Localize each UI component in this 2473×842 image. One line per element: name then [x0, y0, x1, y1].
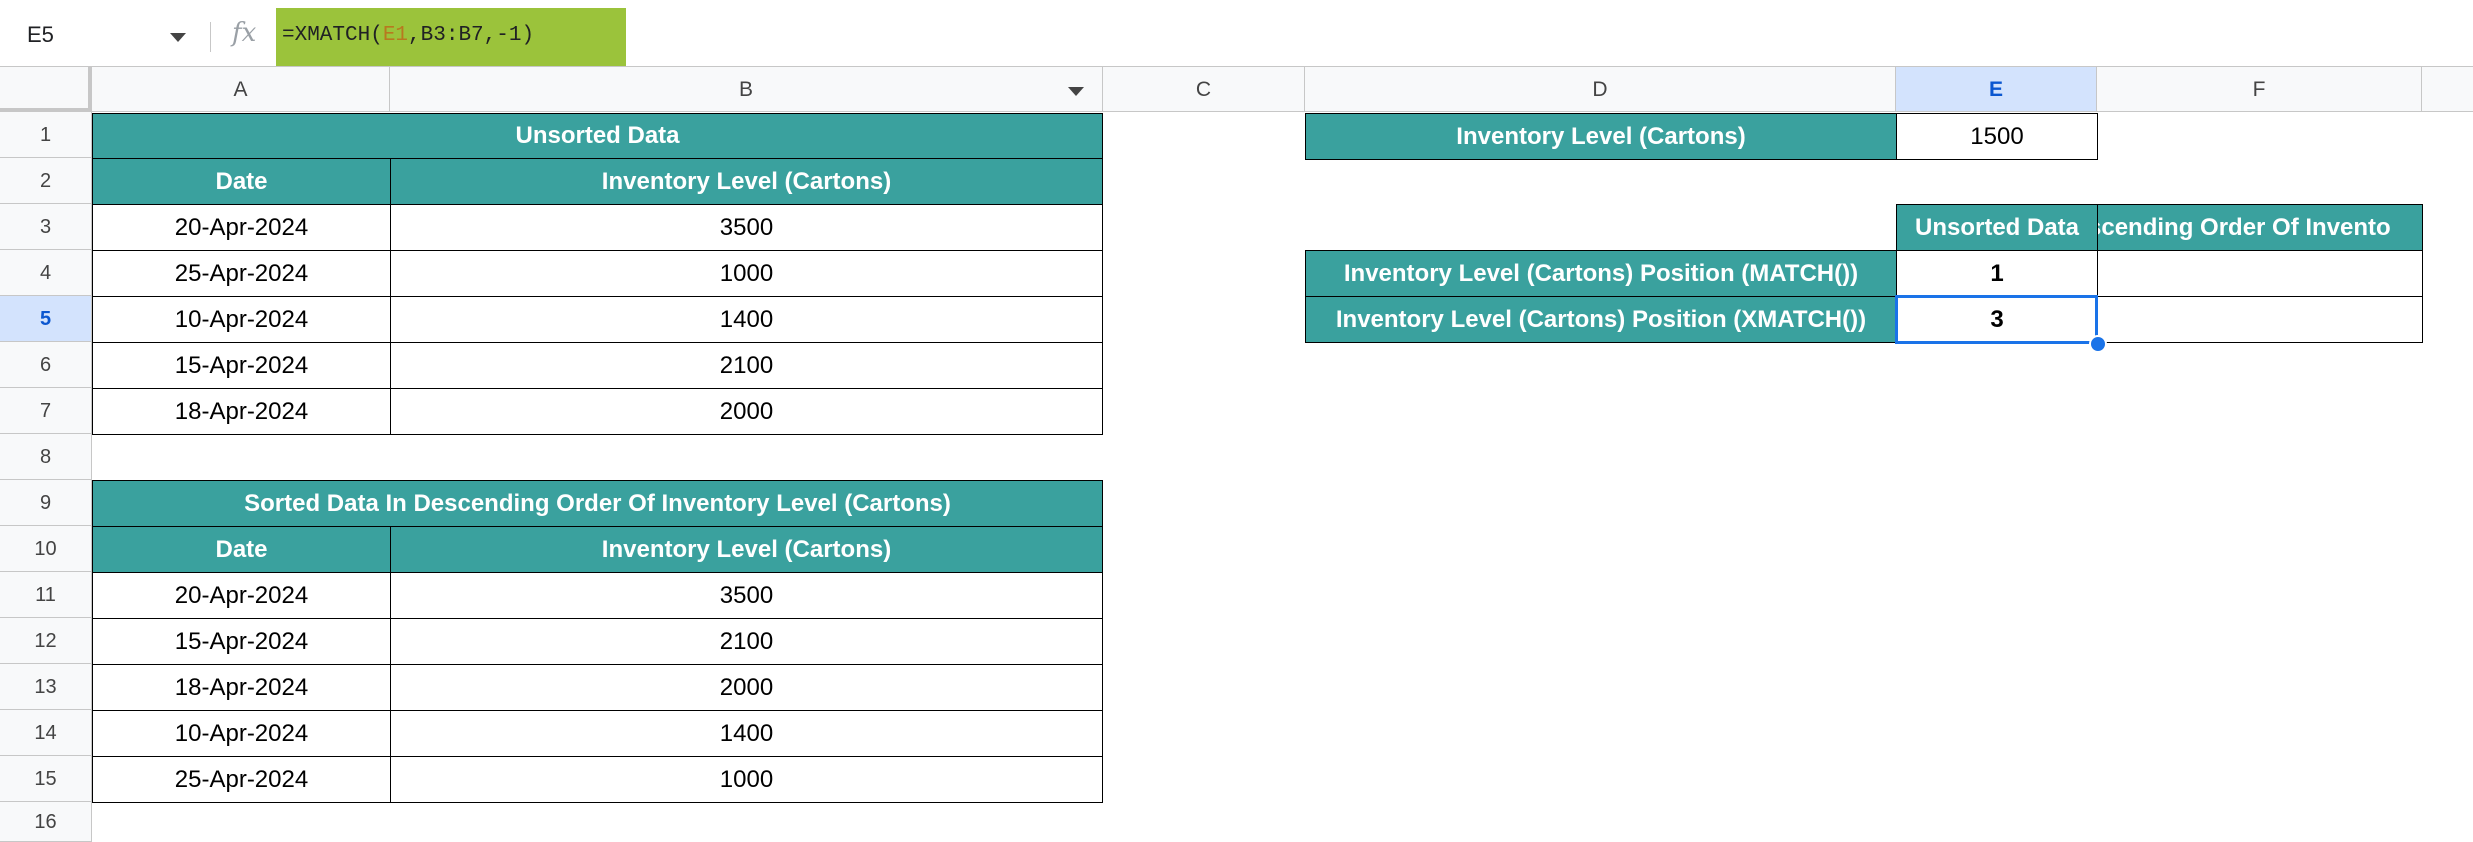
sorted-date-cell[interactable]: 10-Apr-2024 — [92, 710, 391, 757]
sorted-date-cell[interactable]: 15-Apr-2024 — [92, 618, 391, 665]
lookup-value-cell[interactable]: 1500 — [1896, 113, 2098, 160]
sorted-level-cell[interactable]: 1400 — [390, 710, 1103, 757]
unsorted-table-title[interactable]: Unsorted Data — [92, 113, 1103, 159]
column-header-d[interactable]: D — [1305, 67, 1896, 112]
results-match-sorted[interactable] — [2097, 250, 2423, 297]
unsorted-level-cell[interactable]: 2100 — [390, 342, 1103, 389]
results-xmatch-label[interactable]: Inventory Level (Cartons) Position (XMAT… — [1305, 296, 1897, 343]
sorted-date-cell[interactable]: 20-Apr-2024 — [92, 572, 391, 619]
row-header-15[interactable]: 15 — [0, 756, 92, 802]
sorted-level-cell[interactable]: 2000 — [390, 664, 1103, 711]
row-header-8[interactable]: 8 — [0, 434, 92, 480]
unsorted-date-cell[interactable]: 18-Apr-2024 — [92, 388, 391, 435]
sorted-date-cell[interactable]: 25-Apr-2024 — [92, 756, 391, 803]
results-xmatch-unsorted[interactable]: 3 — [1896, 296, 2098, 343]
results-unsorted-header[interactable]: Unsorted Data — [1896, 204, 2098, 251]
row-header-4[interactable]: 4 — [0, 250, 92, 296]
sorted-level-cell[interactable]: 3500 — [390, 572, 1103, 619]
row-header-1[interactable]: 1 — [0, 112, 92, 158]
unsorted-level-cell[interactable]: 3500 — [390, 204, 1103, 251]
chevron-down-icon[interactable] — [1068, 87, 1084, 96]
chevron-down-icon[interactable] — [170, 33, 186, 42]
row-header-16[interactable]: 16 — [0, 802, 92, 842]
fill-handle[interactable] — [2089, 335, 2107, 353]
unsorted-level-header[interactable]: Inventory Level (Cartons) — [390, 158, 1103, 205]
column-header-b[interactable]: B — [390, 67, 1103, 112]
unsorted-level-cell[interactable]: 2000 — [390, 388, 1103, 435]
unsorted-level-cell[interactable]: 1400 — [390, 296, 1103, 343]
sorted-level-header[interactable]: Inventory Level (Cartons) — [390, 526, 1103, 573]
row-header-5[interactable]: 5 — [0, 296, 92, 342]
function-icon: fx — [232, 18, 257, 48]
unsorted-level-cell[interactable]: 1000 — [390, 250, 1103, 297]
row-header-3[interactable]: 3 — [0, 204, 92, 250]
lookup-label-cell[interactable]: Inventory Level (Cartons) — [1305, 113, 1897, 160]
formula-bar-divider — [210, 22, 211, 52]
sorted-date-cell[interactable]: 18-Apr-2024 — [92, 664, 391, 711]
row-header-11[interactable]: 11 — [0, 572, 92, 618]
results-xmatch-sorted[interactable] — [2097, 296, 2423, 343]
column-header-c[interactable]: C — [1103, 67, 1305, 112]
sorted-table-title[interactable]: Sorted Data In Descending Order Of Inven… — [92, 480, 1103, 527]
name-box[interactable]: E5 — [0, 8, 200, 66]
sorted-date-header[interactable]: Date — [92, 526, 391, 573]
row-header-12[interactable]: 12 — [0, 618, 92, 664]
unsorted-date-cell[interactable]: 20-Apr-2024 — [92, 204, 391, 251]
results-match-unsorted[interactable]: 1 — [1896, 250, 2098, 297]
sorted-level-cell[interactable]: 2100 — [390, 618, 1103, 665]
column-header-a[interactable]: A — [92, 67, 390, 112]
row-header-10[interactable]: 10 — [0, 526, 92, 572]
row-header-6[interactable]: 6 — [0, 342, 92, 388]
row-header-9[interactable]: 9 — [0, 480, 92, 526]
unsorted-date-cell[interactable]: 10-Apr-2024 — [92, 296, 391, 343]
formula-reference: E1 — [382, 24, 409, 47]
column-header-e[interactable]: E — [1896, 67, 2097, 112]
formula-input[interactable]: =XMATCH(E1,B3:B7,-1) — [276, 8, 626, 66]
row-header-13[interactable]: 13 — [0, 664, 92, 710]
name-box-value: E5 — [27, 22, 54, 47]
row-header-14[interactable]: 14 — [0, 710, 92, 756]
formula-text: =XMATCH(E1,B3:B7,-1) — [282, 24, 535, 47]
results-match-label[interactable]: Inventory Level (Cartons) Position (MATC… — [1305, 250, 1897, 297]
spreadsheet-app: E5 fx =XMATCH(E1,B3:B7,-1) A B C D E F 1… — [0, 0, 2473, 842]
unsorted-date-header[interactable]: Date — [92, 158, 391, 205]
unsorted-date-cell[interactable]: 25-Apr-2024 — [92, 250, 391, 297]
column-header-f[interactable]: F — [2097, 67, 2422, 112]
row-header-2[interactable]: 2 — [0, 158, 92, 204]
results-sorted-header[interactable]: scending Order Of Invento — [2097, 204, 2423, 251]
row-header-7[interactable]: 7 — [0, 388, 92, 434]
unsorted-date-cell[interactable]: 15-Apr-2024 — [92, 342, 391, 389]
column-header-g[interactable] — [2422, 67, 2473, 112]
select-all-corner[interactable] — [0, 67, 92, 112]
sorted-level-cell[interactable]: 1000 — [390, 756, 1103, 803]
formula-bar: E5 fx =XMATCH(E1,B3:B7,-1) — [0, 8, 2473, 67]
